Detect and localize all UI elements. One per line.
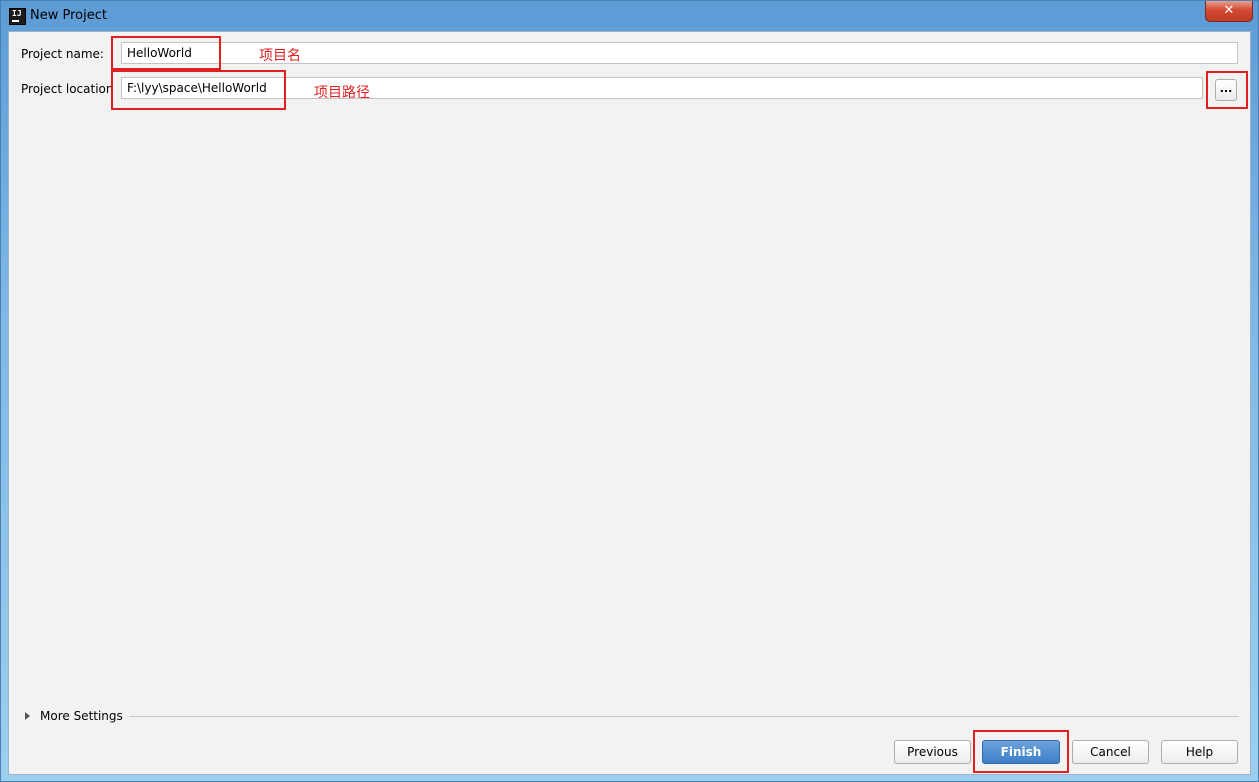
cancel-button[interactable]: Cancel: [1072, 740, 1149, 764]
more-settings-label: More Settings: [40, 709, 123, 723]
project-location-input[interactable]: F:\lyy\space\HelloWorld: [121, 77, 1203, 99]
dialog-window: IJ New Project ✕ Project name: HelloWorl…: [0, 0, 1259, 782]
more-settings-separator: [129, 716, 1239, 717]
more-settings-toggle[interactable]: More Settings: [25, 709, 123, 723]
project-name-annotation: 项目名: [259, 48, 301, 64]
browse-location-button[interactable]: ...: [1215, 79, 1237, 101]
app-icon-text: IJ: [12, 9, 22, 18]
finish-button[interactable]: Finish: [982, 740, 1060, 764]
title-bar[interactable]: IJ New Project ✕: [1, 1, 1258, 31]
dialog-content: Project name: HelloWorld Project locatio…: [8, 31, 1251, 775]
expand-triangle-icon: [25, 712, 30, 720]
previous-button[interactable]: Previous: [894, 740, 971, 764]
help-button[interactable]: Help: [1161, 740, 1238, 764]
intellij-app-icon: IJ: [9, 8, 26, 25]
project-name-label: Project name:: [21, 47, 104, 61]
window-title: New Project: [30, 8, 107, 23]
close-button[interactable]: ✕: [1205, 1, 1253, 22]
project-location-label: Project location:: [21, 82, 113, 96]
project-location-annotation: 项目路径: [314, 85, 370, 101]
close-icon: ✕: [1223, 3, 1235, 18]
